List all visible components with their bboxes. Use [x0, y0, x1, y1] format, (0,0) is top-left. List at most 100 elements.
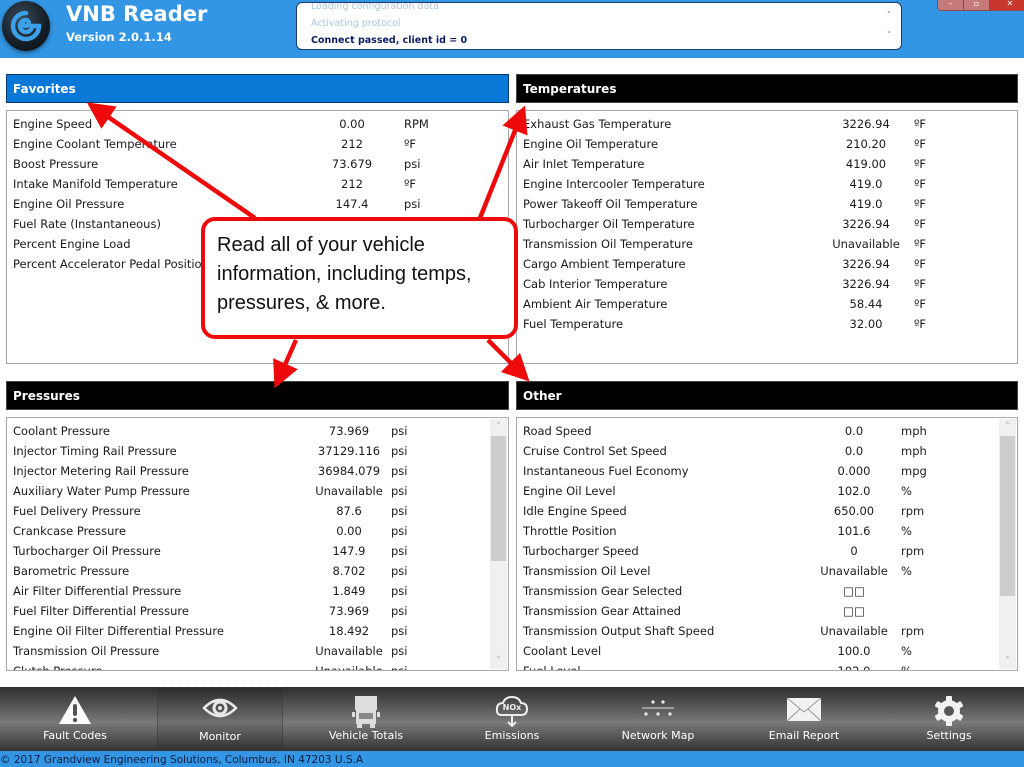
vertical-scrollbar[interactable]: ˄ ˅	[999, 419, 1016, 669]
vnb-reader-window: VNB Reader Version 2.0.1.14 Loading conf…	[0, 0, 1024, 767]
table-row[interactable]: Barometric Pressure 8.702 psi	[7, 562, 508, 582]
table-row[interactable]: Engine Oil Filter Differential Pressure 1…	[7, 622, 508, 642]
scroll-up-icon[interactable]: ˄	[881, 7, 897, 27]
table-row[interactable]: Transmission Oil Temperature Unavailable º…	[517, 235, 1017, 255]
table-row[interactable]: Engine Intercooler Temperature 419.0 ºF	[517, 175, 1017, 195]
toolbar-label: Email Report	[768, 729, 840, 742]
param-unit: psi	[391, 604, 408, 618]
toolbar-label: Vehicle Totals	[328, 729, 404, 742]
table-row[interactable]: Throttle Position 101.6%	[517, 522, 1017, 542]
toolbar-emissions[interactable]: NOx Emissions	[449, 687, 575, 751]
table-row[interactable]: Crankcase Pressure 0.00 psi	[7, 522, 508, 542]
table-row[interactable]: Fuel Temperature 32.00 ºF	[517, 315, 1017, 335]
table-row[interactable]: Engine Coolant Temperature 212 ºF	[7, 135, 508, 155]
table-row[interactable]: Fuel Delivery Pressure 87.6 psi	[7, 502, 508, 522]
table-row[interactable]: Clutch Pressure Unavailable psi	[7, 662, 508, 671]
param-name: Coolant Pressure	[13, 424, 110, 438]
param-unit: ºF	[914, 137, 927, 151]
log-line: Loading configuration data	[311, 2, 439, 12]
toolbar-fault-codes[interactable]: Fault Codes	[12, 687, 138, 751]
table-row[interactable]: Instantaneous Fuel Economy 0.000 mpg	[517, 462, 1017, 482]
table-row[interactable]: Turbocharger Oil Temperature 3226.94 ºF	[517, 215, 1017, 235]
param-unit: ºF	[914, 297, 927, 311]
table-row[interactable]: Injector Timing Rail Pressure 37129.116 ps…	[7, 442, 508, 462]
toolbar-email-report[interactable]: Email Report	[741, 687, 867, 751]
temperatures-panel: Temperatures Exhaust Gas Temperature 3226…	[516, 74, 1018, 364]
table-row[interactable]: Engine Speed 0.00 RPM	[7, 115, 508, 135]
param-value: 73.969	[328, 424, 370, 438]
nox-cloud-icon: NOx	[494, 695, 530, 733]
scroll-up-icon[interactable]: ˄	[490, 419, 507, 435]
table-row[interactable]: Transmission Oil Pressure Unavailable psi	[7, 642, 508, 662]
table-row[interactable]: Air Filter Differential Pressure 1.849 psi	[7, 582, 508, 602]
scroll-down-icon[interactable]: ˅	[999, 653, 1016, 669]
param-value: 419.0	[849, 197, 883, 211]
table-row[interactable]: Fuel Filter Differential Pressure 73.969 p…	[7, 602, 508, 622]
scroll-down-icon[interactable]: ˅	[881, 27, 897, 47]
param-unit: psi	[391, 644, 408, 658]
table-row[interactable]: Power Takeoff Oil Temperature 419.0 ºF	[517, 195, 1017, 215]
other-list[interactable]: Road Speed 0.0 mph Cruise Control Set Speed…	[516, 417, 1018, 671]
param-value: 87.6	[336, 504, 362, 518]
param-unit: %	[901, 664, 912, 671]
table-row[interactable]: Road Speed 0.0 mph	[517, 422, 1017, 442]
table-row[interactable]: Auxiliary Water Pump Pressure Unavailable…	[7, 482, 508, 502]
table-row[interactable]: Idle Engine Speed 650.00 rpm	[517, 502, 1017, 522]
param-name: Fuel Temperature	[523, 317, 624, 331]
toolbar-label: Fault Codes	[43, 729, 107, 742]
table-row[interactable]: Exhaust Gas Temperature 3226.94 ºF	[517, 115, 1017, 135]
close-button[interactable]: ✕	[990, 0, 1024, 10]
param-value: 3226.94	[842, 257, 890, 271]
toolbar-network-map[interactable]: Network Map	[595, 687, 721, 751]
table-row[interactable]: Cruise Control Set Speed 0.0 mph	[517, 442, 1017, 462]
table-row[interactable]: Transmission Gear Attained □□	[517, 602, 1017, 622]
scroll-thumb[interactable]	[491, 436, 506, 561]
log-scrollbar[interactable]: ˄ ˅	[881, 7, 897, 47]
toolbar-monitor[interactable]: Monitor	[157, 687, 283, 751]
table-row[interactable]: Engine Oil Temperature 210.20 ºF	[517, 135, 1017, 155]
table-row[interactable]: Coolant Level 100.0%	[517, 642, 1017, 662]
toolbar-settings[interactable]: Settings	[886, 687, 1012, 751]
param-unit: ºF	[914, 157, 927, 171]
panel-header-temperatures[interactable]: Temperatures	[516, 74, 1018, 103]
table-row[interactable]: Engine Oil Pressure 147.4 psi	[7, 195, 508, 215]
temperatures-list[interactable]: Exhaust Gas Temperature 3226.94 ºF Engine O…	[516, 110, 1018, 364]
table-row[interactable]: Cargo Ambient Temperature 3226.94 ºF	[517, 255, 1017, 275]
pressures-list[interactable]: Coolant Pressure 73.969 psi Injector Timing…	[6, 417, 509, 671]
status-log[interactable]: Loading configuration data Activating pr…	[296, 2, 902, 50]
scroll-thumb[interactable]	[1000, 436, 1015, 596]
table-row[interactable]: Transmission Output Shaft Speed Unavailab…	[517, 622, 1017, 642]
panel-header-pressures[interactable]: Pressures	[6, 381, 509, 410]
table-row[interactable]: Air Inlet Temperature 419.00 ºF	[517, 155, 1017, 175]
param-value: 102.0	[837, 664, 871, 671]
table-row[interactable]: Turbocharger Oil Pressure 147.9 psi	[7, 542, 508, 562]
panel-header-favorites[interactable]: Favorites	[6, 74, 509, 103]
table-row[interactable]: Ambient Air Temperature 58.44 ºF	[517, 295, 1017, 315]
table-row[interactable]: Boost Pressure 73.679 psi	[7, 155, 508, 175]
table-row[interactable]: Transmission Gear Selected □□	[517, 582, 1017, 602]
window-controls: – ▫ ✕	[937, 0, 1024, 11]
minimize-button[interactable]: –	[938, 0, 964, 10]
maximize-button[interactable]: ▫	[964, 0, 990, 10]
toolbar-vehicle-totals[interactable]: Vehicle Totals	[303, 687, 429, 751]
table-row[interactable]: Fuel Level 102.0%	[517, 662, 1017, 671]
table-row[interactable]: Intake Manifold Temperature 212 ºF	[7, 175, 508, 195]
table-row[interactable]: Injector Metering Rail Pressure 36984.079…	[7, 462, 508, 482]
param-unit: %	[901, 484, 912, 498]
param-name: Clutch Pressure	[13, 664, 103, 671]
vertical-scrollbar[interactable]: ˄ ˅	[490, 419, 507, 669]
table-row[interactable]: Transmission Oil Level Unavailable%	[517, 562, 1017, 582]
param-name: Engine Oil Level	[523, 484, 616, 498]
param-unit: ºF	[404, 137, 417, 151]
param-unit: psi	[404, 197, 421, 211]
param-unit: %	[901, 524, 912, 538]
scroll-up-icon[interactable]: ˄	[999, 419, 1016, 435]
table-row[interactable]: Engine Oil Level 102.0%	[517, 482, 1017, 502]
scroll-down-icon[interactable]: ˅	[490, 653, 507, 669]
param-unit: psi	[391, 584, 408, 598]
table-row[interactable]: Turbocharger Speed 0 rpm	[517, 542, 1017, 562]
table-row[interactable]: Coolant Pressure 73.969 psi	[7, 422, 508, 442]
table-row[interactable]: Cab Interior Temperature 3226.94 ºF	[517, 275, 1017, 295]
param-name: Exhaust Gas Temperature	[523, 117, 672, 131]
panel-header-other[interactable]: Other	[516, 381, 1018, 410]
